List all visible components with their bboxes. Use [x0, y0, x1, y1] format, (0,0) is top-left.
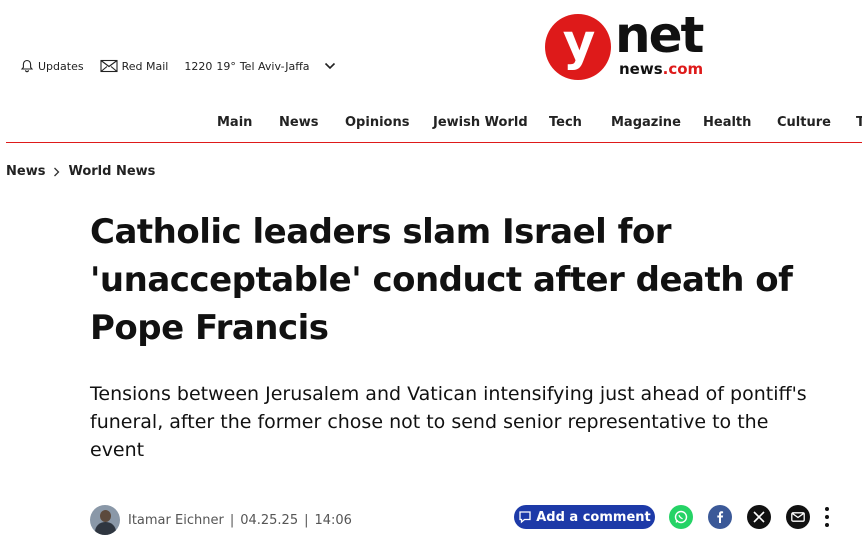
- ynet-logo[interactable]: y net news.com: [545, 6, 715, 82]
- avatar-head: [100, 510, 111, 522]
- breadcrumb-world-news[interactable]: World News: [68, 164, 155, 179]
- more-options-button[interactable]: [820, 505, 834, 529]
- utility-bar: Updates Red Mail 1220 19° Tel Aviv-Jaffa: [20, 57, 336, 75]
- red-mail-link[interactable]: Red Mail: [100, 59, 169, 73]
- avatar-body: [95, 522, 116, 535]
- x-icon: [753, 511, 765, 523]
- more-dot-icon: [825, 515, 829, 519]
- chevron-right-icon: [54, 167, 60, 176]
- nav-item-truncated[interactable]: T: [856, 115, 862, 130]
- nav-item-jewish-world[interactable]: Jewish World: [433, 115, 528, 130]
- logo-net: net: [615, 6, 704, 64]
- comment-icon: [519, 511, 531, 524]
- publish-date: 04.25.25: [240, 512, 299, 528]
- logo-dotcom: .com: [662, 60, 704, 78]
- byline-separator: |: [304, 512, 309, 528]
- article-headline: Catholic leaders slam Israel for 'unacce…: [90, 212, 793, 348]
- logo-news: news: [619, 60, 663, 78]
- share-whatsapp-button[interactable]: [669, 505, 693, 529]
- red-mail-label: Red Mail: [121, 59, 169, 73]
- share-facebook-button[interactable]: [708, 505, 732, 529]
- author-name[interactable]: Itamar Eichner: [128, 513, 224, 528]
- breadcrumb-separator: [53, 167, 60, 177]
- more-dot-icon: [825, 507, 829, 511]
- nav-item-culture[interactable]: Culture: [777, 115, 831, 130]
- nav-divider: [6, 142, 862, 143]
- bell-icon: [20, 59, 34, 73]
- author-avatar[interactable]: [90, 505, 120, 535]
- mail-icon: [100, 59, 118, 73]
- weather-dropdown-toggle[interactable]: [324, 62, 336, 70]
- updates-label: Updates: [38, 59, 84, 73]
- byline: Itamar Eichner | 04.25.25 | 14:06: [90, 505, 352, 535]
- add-comment-button[interactable]: Add a comment: [514, 505, 655, 529]
- nav-item-news[interactable]: News: [279, 115, 318, 130]
- share-email-button[interactable]: [786, 505, 810, 529]
- weather-time: 1220: [184, 59, 213, 73]
- chevron-down-icon: [324, 62, 335, 70]
- nav-item-magazine[interactable]: Magazine: [611, 115, 681, 130]
- logo-y-mark: y: [545, 14, 611, 80]
- nav-item-health[interactable]: Health: [703, 115, 751, 130]
- updates-link[interactable]: Updates: [20, 59, 84, 73]
- byline-separator: |: [229, 512, 235, 528]
- main-nav: Main News Opinions Jewish World Tech Mag…: [0, 112, 862, 134]
- share-x-button[interactable]: [747, 505, 771, 529]
- add-comment-label: Add a comment: [536, 509, 651, 525]
- weather-city: Tel Aviv-Jaffa: [239, 59, 310, 73]
- breadcrumb-news[interactable]: News: [6, 164, 45, 179]
- weather-temperature: 19°: [216, 59, 236, 73]
- weather-widget: 1220 19° Tel Aviv-Jaffa: [184, 60, 313, 73]
- nav-item-main[interactable]: Main: [217, 115, 252, 130]
- publish-time: 14:06: [314, 512, 352, 528]
- whatsapp-icon: [674, 510, 688, 524]
- more-dot-icon: [825, 523, 829, 527]
- email-icon: [791, 512, 805, 522]
- article-subheadline: Tensions between Jerusalem and Vatican i…: [90, 383, 807, 461]
- nav-item-opinions[interactable]: Opinions: [345, 115, 409, 130]
- nav-item-tech[interactable]: Tech: [549, 115, 582, 130]
- breadcrumb: News World News: [6, 164, 155, 179]
- logo-newscom: news.com: [619, 60, 703, 78]
- facebook-icon: [717, 511, 724, 523]
